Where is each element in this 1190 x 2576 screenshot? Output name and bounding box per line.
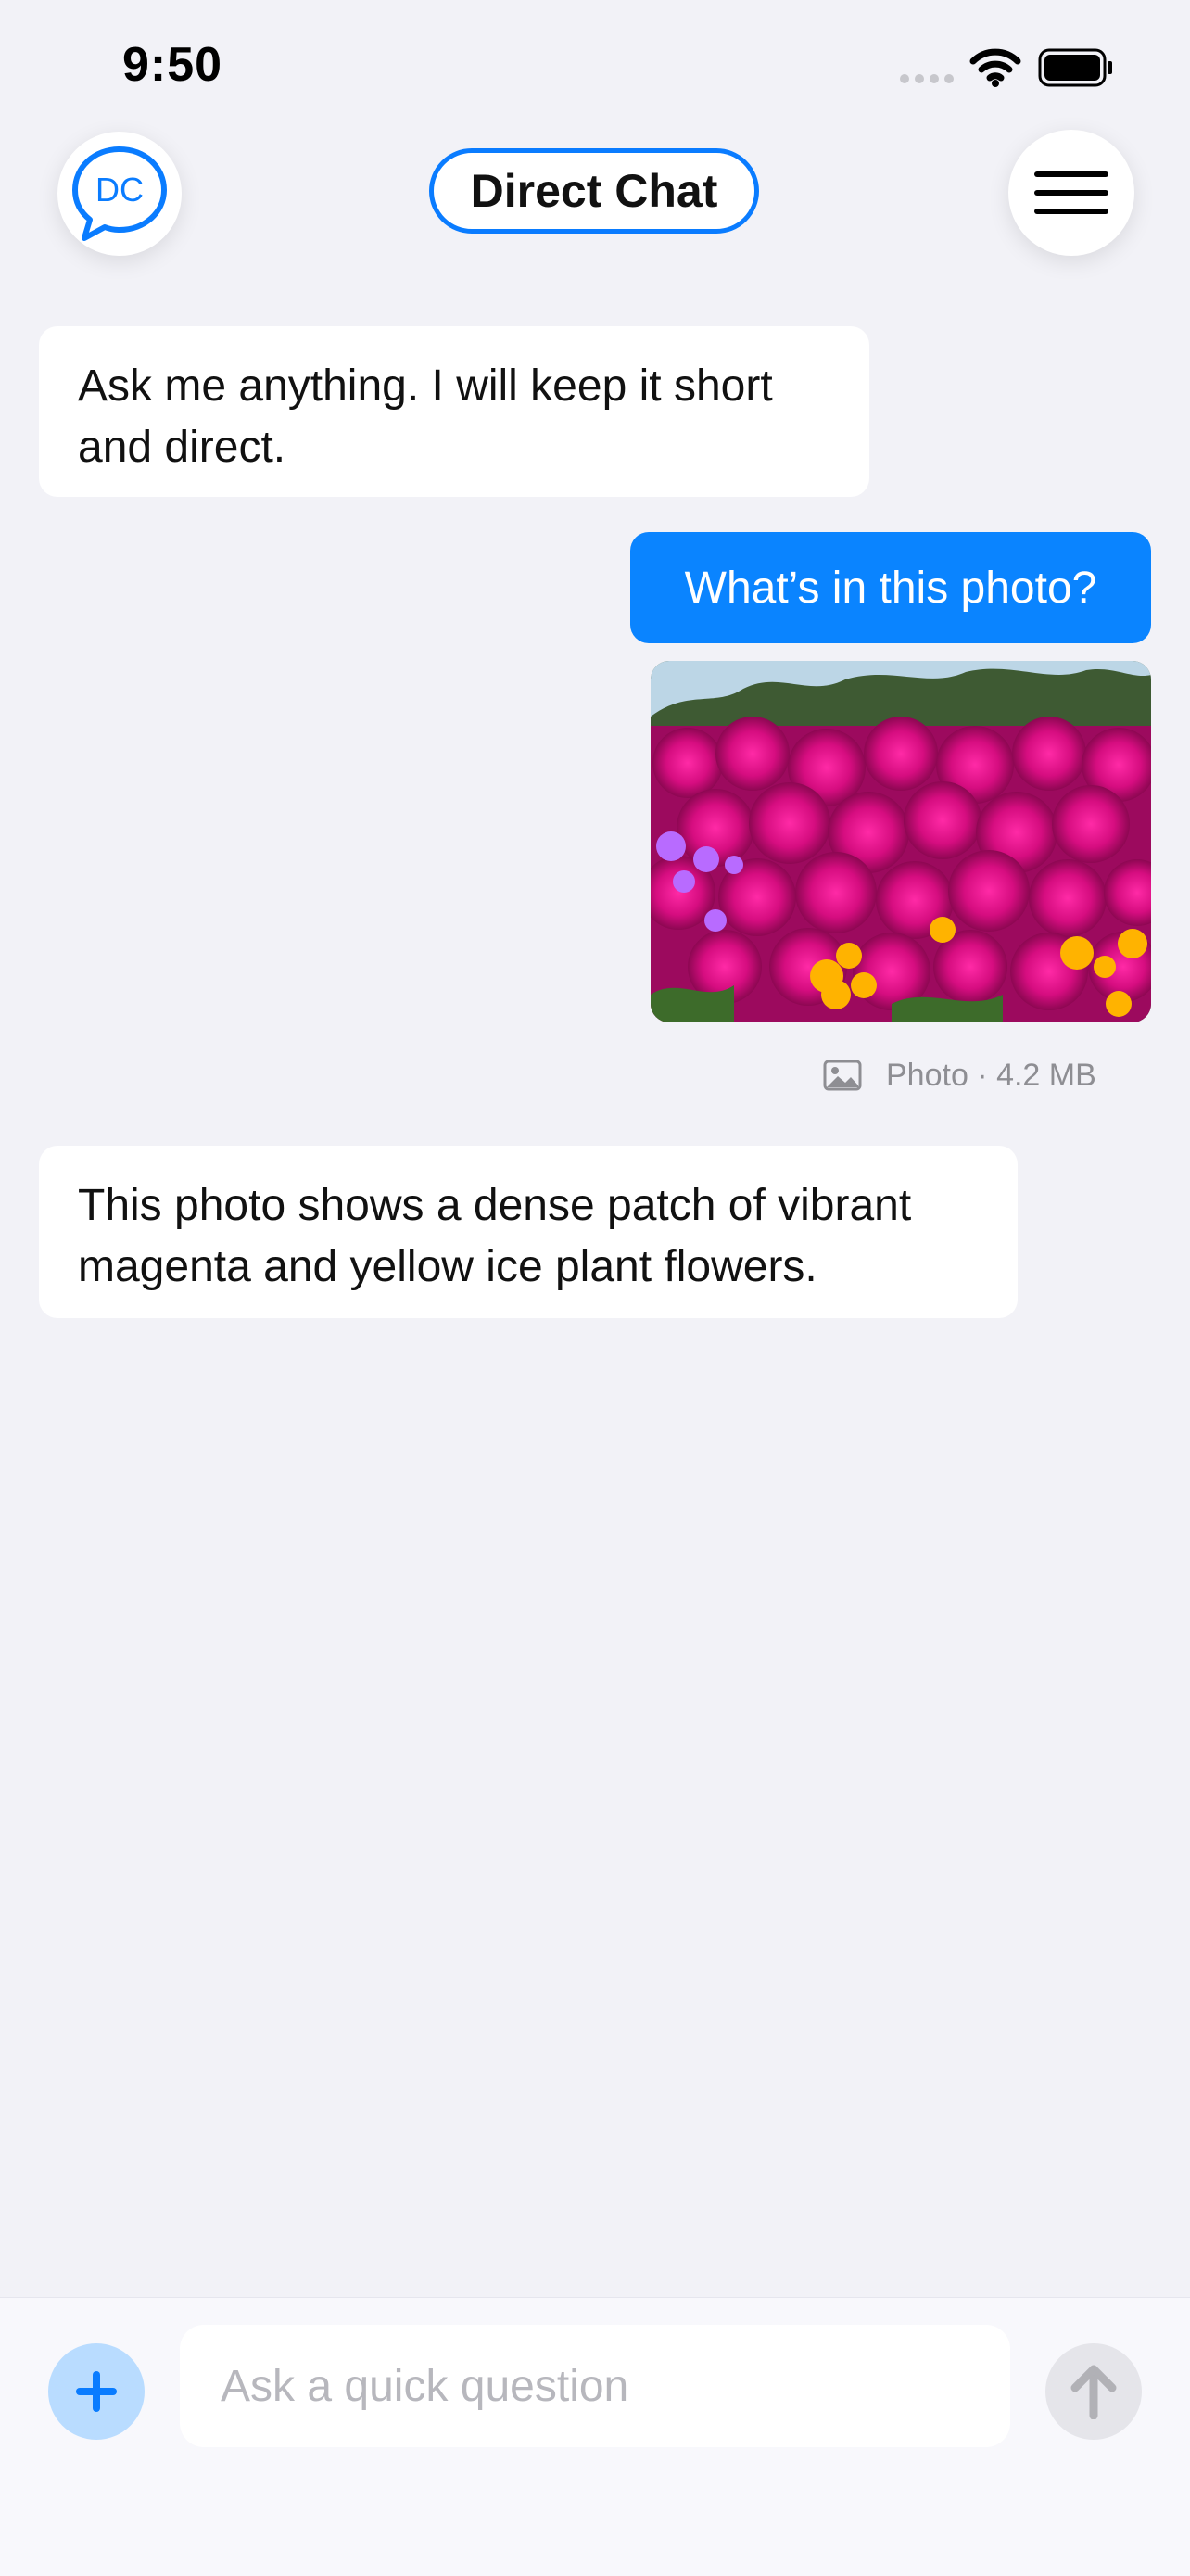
app-logo[interactable]: DC (57, 132, 182, 256)
message-input[interactable] (219, 2359, 1010, 2413)
add-attachment-button[interactable] (48, 2343, 145, 2440)
logo-text: DC (95, 171, 144, 209)
cellular-signal-icon (899, 72, 956, 89)
plus-icon (76, 2371, 117, 2412)
user-message: What’s in this photo? (630, 532, 1151, 643)
message-text: This photo shows a dense patch of vibran… (78, 1181, 912, 1291)
message-text: Ask me anything. I will keep it short an… (78, 362, 773, 472)
attached-photo[interactable] (651, 661, 1151, 1022)
wifi-icon (969, 46, 1021, 92)
photo-meta: Photo · 4.2 MB (823, 1057, 1096, 1094)
arrow-up-icon (1070, 2365, 1117, 2419)
hamburger-menu-icon (1034, 171, 1108, 214)
photo-meta-text: Photo · 4.2 MB (886, 1057, 1096, 1093)
flower-photo-image (651, 661, 1151, 1022)
message-text: What’s in this photo? (684, 563, 1097, 613)
assistant-message: Ask me anything. I will keep it short an… (39, 326, 869, 497)
chat-bubble-logo-icon: DC (72, 146, 167, 241)
menu-button[interactable] (1008, 130, 1134, 256)
chat-title[interactable]: Direct Chat (429, 148, 759, 234)
photo-icon (823, 1060, 862, 1091)
send-button[interactable] (1045, 2343, 1142, 2440)
battery-icon (1038, 48, 1114, 92)
assistant-message: This photo shows a dense patch of vibran… (39, 1146, 1018, 1318)
message-input-container[interactable] (180, 2325, 1010, 2447)
status-time: 9:50 (122, 38, 223, 92)
